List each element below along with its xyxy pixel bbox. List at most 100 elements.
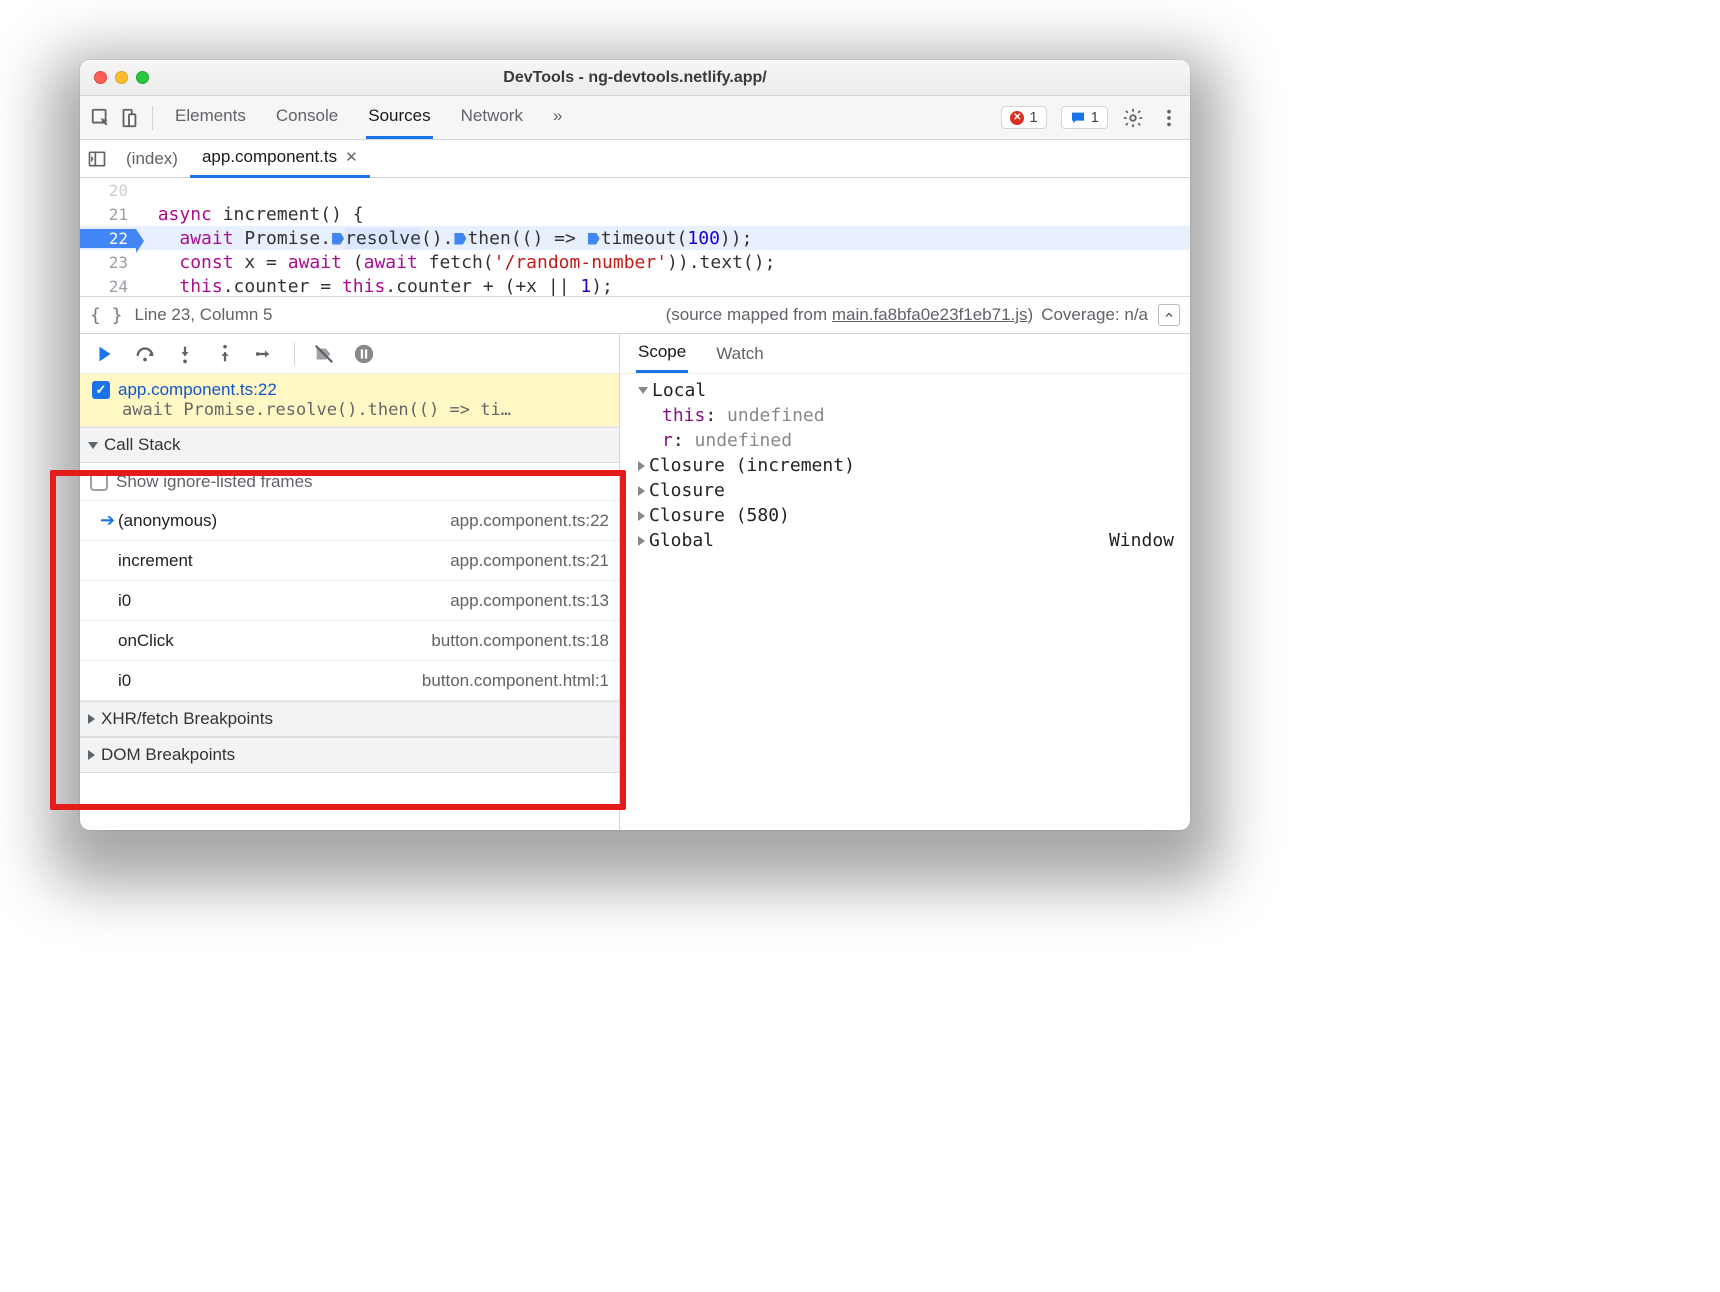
window-title: DevTools - ng-devtools.netlify.app/: [80, 69, 1190, 87]
section-xhr-header[interactable]: XHR/fetch Breakpoints: [80, 701, 619, 737]
inspect-element-icon[interactable]: [90, 107, 112, 129]
device-toggle-icon[interactable]: [118, 107, 140, 129]
frame-location: button.component.ts:18: [431, 631, 609, 651]
close-tab-icon[interactable]: ✕: [345, 148, 358, 166]
tab-elements[interactable]: Elements: [173, 96, 248, 139]
frame-location: app.component.ts:21: [450, 551, 609, 571]
callstack-frame[interactable]: i0app.component.ts:13: [80, 581, 619, 621]
cursor-position: Line 23, Column 5: [135, 305, 273, 325]
devtools-window: DevTools - ng-devtools.netlify.app/ Elem…: [80, 60, 1190, 830]
frame-location: app.component.ts:22: [450, 511, 609, 531]
chevron-right-icon: [88, 714, 95, 724]
line-number[interactable]: 21: [80, 205, 136, 224]
checkbox-icon[interactable]: [90, 473, 108, 491]
debugger-panes: app.component.ts:22 await Promise.resolv…: [80, 334, 1190, 830]
chevron-down-icon[interactable]: [638, 387, 648, 394]
file-tab-app-component[interactable]: app.component.ts ✕: [190, 139, 370, 178]
frame-name: (anonymous): [118, 511, 450, 531]
code-line[interactable]: 21 async increment() {: [80, 202, 1190, 226]
callstack-frame[interactable]: ➔(anonymous)app.component.ts:22: [80, 501, 619, 541]
chevron-right-icon: [88, 750, 95, 760]
code-line[interactable]: 22 await Promise.resolve().then(() => ti…: [80, 226, 1190, 250]
code-editor[interactable]: 2021 async increment() {22 await Promise…: [80, 178, 1190, 296]
debugger-toolbar: [80, 334, 619, 374]
tab-watch[interactable]: Watch: [714, 336, 766, 372]
tab-network[interactable]: Network: [459, 96, 525, 139]
right-tabs: Scope Watch: [620, 334, 1190, 374]
navigator-toggle-icon[interactable]: [80, 149, 114, 169]
frame-name: increment: [118, 551, 450, 571]
current-frame-icon: ➔: [100, 510, 118, 531]
callstack-frames: ➔(anonymous)app.component.ts:22increment…: [80, 501, 619, 701]
settings-icon[interactable]: [1122, 107, 1144, 129]
error-count-pill[interactable]: ✕ 1: [1001, 106, 1046, 129]
tab-scope[interactable]: Scope: [636, 334, 688, 373]
kebab-menu-icon[interactable]: [1158, 107, 1180, 129]
expand-icon[interactable]: [1158, 304, 1180, 326]
step-into-icon[interactable]: [174, 343, 196, 365]
ignore-listed-toggle[interactable]: Show ignore-listed frames: [80, 463, 619, 501]
frame-name: onClick: [118, 631, 431, 651]
code-text: await Promise.resolve().then(() => timeo…: [136, 228, 752, 249]
callstack-frame[interactable]: incrementapp.component.ts:21: [80, 541, 619, 581]
callstack-frame[interactable]: onClickbutton.component.ts:18: [80, 621, 619, 661]
callstack-frame[interactable]: i0button.component.html:1: [80, 661, 619, 701]
file-tab-label: (index): [126, 149, 178, 169]
error-count: 1: [1029, 109, 1037, 126]
frame-name: i0: [118, 591, 450, 611]
file-tab-label: app.component.ts: [202, 147, 337, 167]
issues-count-pill[interactable]: 1: [1061, 106, 1108, 129]
step-icon[interactable]: [254, 343, 276, 365]
code-text: async increment() {: [136, 204, 364, 225]
breakpoint-checkbox[interactable]: [92, 381, 110, 399]
file-tab-bar: (index) app.component.ts ✕: [80, 140, 1190, 178]
tab-sources[interactable]: Sources: [366, 96, 432, 139]
debugger-right-pane: Scope Watch Local this: undefined r: und…: [620, 334, 1190, 830]
paused-banner: app.component.ts:22 await Promise.resolv…: [80, 374, 619, 427]
main-toolbar: Elements Console Sources Network » ✕ 1 1: [80, 96, 1190, 140]
paused-location[interactable]: app.component.ts:22: [118, 380, 277, 400]
toolbar-right: ✕ 1 1: [1001, 106, 1180, 129]
code-line[interactable]: 23 const x = await (await fetch('/random…: [80, 250, 1190, 274]
pretty-print-icon[interactable]: { }: [90, 305, 123, 326]
panel-tabs: Elements Console Sources Network »: [173, 96, 564, 139]
tab-overflow[interactable]: »: [551, 96, 564, 139]
section-callstack-header[interactable]: Call Stack: [80, 427, 619, 463]
chevron-right-icon[interactable]: [638, 511, 645, 521]
line-number[interactable]: 20: [80, 181, 136, 200]
paused-snippet: await Promise.resolve().then(() => ti…: [92, 400, 607, 420]
resume-icon[interactable]: [94, 343, 116, 365]
frame-location: button.component.html:1: [422, 671, 609, 691]
chevron-down-icon: [88, 442, 98, 449]
line-number[interactable]: 24: [80, 277, 136, 296]
code-text: const x = await (await fetch('/random-nu…: [136, 252, 775, 273]
line-number[interactable]: 23: [80, 253, 136, 272]
separator: [294, 343, 295, 365]
frame-location: app.component.ts:13: [450, 591, 609, 611]
line-number[interactable]: 22: [80, 229, 136, 248]
debugger-left-pane: app.component.ts:22 await Promise.resolv…: [80, 334, 620, 830]
deactivate-breakpoints-icon[interactable]: [313, 343, 335, 365]
chevron-right-icon[interactable]: [638, 536, 645, 546]
code-line[interactable]: 24 this.counter = this.counter + (+x || …: [80, 274, 1190, 296]
scope-tree[interactable]: Local this: undefined r: undefined Closu…: [620, 374, 1190, 557]
chevron-right-icon[interactable]: [638, 461, 645, 471]
chevron-right-icon[interactable]: [638, 486, 645, 496]
tab-console[interactable]: Console: [274, 96, 340, 139]
step-over-icon[interactable]: [134, 343, 156, 365]
error-icon: ✕: [1010, 111, 1024, 125]
step-out-icon[interactable]: [214, 343, 236, 365]
pause-icon[interactable]: [353, 343, 375, 365]
issues-count: 1: [1091, 109, 1099, 126]
coverage-info: Coverage: n/a: [1041, 305, 1148, 325]
file-tab-index[interactable]: (index): [114, 141, 190, 177]
separator: [152, 106, 153, 130]
frame-name: i0: [118, 671, 422, 691]
editor-statusbar: { } Line 23, Column 5 (source mapped fro…: [80, 296, 1190, 334]
code-text: this.counter = this.counter + (+x || 1);: [136, 276, 613, 297]
code-line[interactable]: 20: [80, 178, 1190, 202]
section-dom-header[interactable]: DOM Breakpoints: [80, 737, 619, 773]
sourcemap-info: (source mapped from main.fa8bfa0e23f1eb7…: [666, 305, 1034, 325]
titlebar: DevTools - ng-devtools.netlify.app/: [80, 60, 1190, 96]
sourcemap-link[interactable]: main.fa8bfa0e23f1eb71.js: [832, 305, 1028, 324]
